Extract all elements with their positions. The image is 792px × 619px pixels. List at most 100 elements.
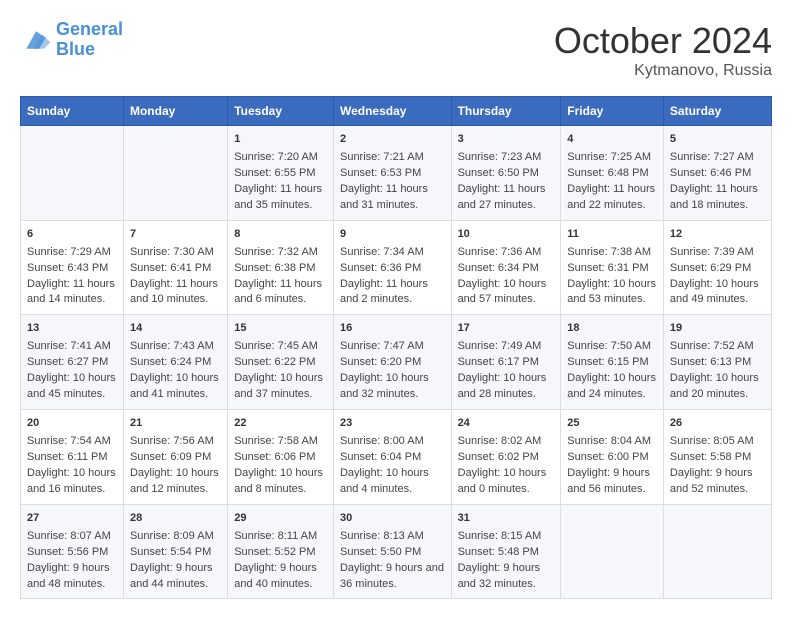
logo: General Blue xyxy=(20,20,123,60)
calendar-cell: 31 Sunrise: 8:15 AMSunset: 5:48 PMDayligh… xyxy=(451,504,561,599)
day-info: Sunrise: 7:43 AMSunset: 6:24 PMDaylight:… xyxy=(130,339,221,403)
day-number: 29 xyxy=(234,511,327,527)
calendar-cell: 12 Sunrise: 7:39 AMSunset: 6:29 PMDayligh… xyxy=(663,220,771,315)
day-info: Sunrise: 7:45 AMSunset: 6:22 PMDaylight:… xyxy=(234,339,327,403)
title-block: October 2024 Kytmanovo, Russia xyxy=(554,20,772,80)
day-info: Sunrise: 8:13 AMSunset: 5:50 PMDaylight:… xyxy=(340,529,445,593)
calendar-week-row: 13Sunrise: 7:41 AMSunset: 6:27 PMDayligh… xyxy=(21,315,772,410)
calendar-cell: 5 Sunrise: 7:27 AMSunset: 6:46 PMDaylight… xyxy=(663,126,771,221)
calendar-cell: 29 Sunrise: 8:11 AMSunset: 5:52 PMDayligh… xyxy=(228,504,334,599)
day-info: Sunrise: 7:32 AMSunset: 6:38 PMDaylight:… xyxy=(234,245,327,309)
calendar-cell: 15 Sunrise: 7:45 AMSunset: 6:22 PMDayligh… xyxy=(228,315,334,410)
day-info: Sunrise: 7:25 AMSunset: 6:48 PMDaylight:… xyxy=(567,150,657,214)
calendar-cell: 26Sunrise: 8:05 AMSunset: 5:58 PMDayligh… xyxy=(663,410,771,505)
day-info: Sunrise: 7:38 AMSunset: 6:31 PMDaylight:… xyxy=(567,245,657,309)
day-info: Sunrise: 7:21 AMSunset: 6:53 PMDaylight:… xyxy=(340,150,445,214)
day-number: 15 xyxy=(234,321,327,337)
calendar-cell: 17 Sunrise: 7:49 AMSunset: 6:17 PMDayligh… xyxy=(451,315,561,410)
calendar-cell: 16 Sunrise: 7:47 AMSunset: 6:20 PMDayligh… xyxy=(333,315,451,410)
day-number: 11 xyxy=(567,227,657,243)
calendar-week-row: 6 Sunrise: 7:29 AMSunset: 6:43 PMDaylight… xyxy=(21,220,772,315)
weekday-header: Wednesday xyxy=(333,97,451,126)
logo-text: General Blue xyxy=(56,20,123,60)
calendar-cell: 25 Sunrise: 8:04 AMSunset: 6:00 PMDayligh… xyxy=(561,410,664,505)
calendar-cell xyxy=(123,126,227,221)
day-number: 19 xyxy=(670,321,765,337)
day-info: Sunrise: 7:41 AMSunset: 6:27 PMDaylight:… xyxy=(27,339,117,403)
day-number: 17 xyxy=(458,321,555,337)
calendar-cell: 24Sunrise: 8:02 AMSunset: 6:02 PMDayligh… xyxy=(451,410,561,505)
calendar-cell: 21 Sunrise: 7:56 AMSunset: 6:09 PMDayligh… xyxy=(123,410,227,505)
day-info: Sunrise: 7:56 AMSunset: 6:09 PMDaylight:… xyxy=(130,434,221,498)
calendar-week-row: 20 Sunrise: 7:54 AMSunset: 6:11 PMDayligh… xyxy=(21,410,772,505)
calendar-cell xyxy=(561,504,664,599)
day-info: Sunrise: 7:27 AMSunset: 6:46 PMDaylight:… xyxy=(670,150,765,214)
day-info: Sunrise: 7:52 AMSunset: 6:13 PMDaylight:… xyxy=(670,339,765,403)
day-number: 1 xyxy=(234,132,327,148)
calendar-table: SundayMondayTuesdayWednesdayThursdayFrid… xyxy=(20,96,772,599)
calendar-cell: 3Sunrise: 7:23 AMSunset: 6:50 PMDaylight… xyxy=(451,126,561,221)
calendar-cell: 18 Sunrise: 7:50 AMSunset: 6:15 PMDayligh… xyxy=(561,315,664,410)
weekday-header: Monday xyxy=(123,97,227,126)
day-info: Sunrise: 7:36 AMSunset: 6:34 PMDaylight:… xyxy=(458,245,555,309)
day-info: Sunrise: 7:39 AMSunset: 6:29 PMDaylight:… xyxy=(670,245,765,309)
day-number: 18 xyxy=(567,321,657,337)
location: Kytmanovo, Russia xyxy=(554,62,772,80)
day-info: Sunrise: 8:07 AMSunset: 5:56 PMDaylight:… xyxy=(27,529,117,593)
calendar-cell: 19 Sunrise: 7:52 AMSunset: 6:13 PMDayligh… xyxy=(663,315,771,410)
day-info: Sunrise: 8:04 AMSunset: 6:00 PMDaylight:… xyxy=(567,434,657,498)
day-number: 27 xyxy=(27,511,117,527)
header-row: SundayMondayTuesdayWednesdayThursdayFrid… xyxy=(21,97,772,126)
day-info: Sunrise: 7:50 AMSunset: 6:15 PMDaylight:… xyxy=(567,339,657,403)
calendar-cell: 2 Sunrise: 7:21 AMSunset: 6:53 PMDaylight… xyxy=(333,126,451,221)
day-number: 25 xyxy=(567,416,657,432)
calendar-cell: 13Sunrise: 7:41 AMSunset: 6:27 PMDayligh… xyxy=(21,315,124,410)
calendar-cell xyxy=(663,504,771,599)
day-number: 8 xyxy=(234,227,327,243)
calendar-cell: 10 Sunrise: 7:36 AMSunset: 6:34 PMDayligh… xyxy=(451,220,561,315)
day-info: Sunrise: 7:47 AMSunset: 6:20 PMDaylight:… xyxy=(340,339,445,403)
day-number: 20 xyxy=(27,416,117,432)
day-info: Sunrise: 8:11 AMSunset: 5:52 PMDaylight:… xyxy=(234,529,327,593)
day-info: Sunrise: 8:15 AMSunset: 5:48 PMDaylight:… xyxy=(458,529,555,593)
weekday-header: Thursday xyxy=(451,97,561,126)
calendar-cell: 14 Sunrise: 7:43 AMSunset: 6:24 PMDayligh… xyxy=(123,315,227,410)
day-number: 30 xyxy=(340,511,445,527)
calendar-cell: 9 Sunrise: 7:34 AMSunset: 6:36 PMDaylight… xyxy=(333,220,451,315)
weekday-header: Friday xyxy=(561,97,664,126)
day-info: Sunrise: 7:23 AMSunset: 6:50 PMDaylight:… xyxy=(458,150,555,214)
calendar-cell: 8 Sunrise: 7:32 AMSunset: 6:38 PMDaylight… xyxy=(228,220,334,315)
weekday-header: Saturday xyxy=(663,97,771,126)
day-number: 12 xyxy=(670,227,765,243)
day-info: Sunrise: 7:20 AMSunset: 6:55 PMDaylight:… xyxy=(234,150,327,214)
day-number: 31 xyxy=(458,511,555,527)
calendar-cell: 22 Sunrise: 7:58 AMSunset: 6:06 PMDayligh… xyxy=(228,410,334,505)
day-number: 28 xyxy=(130,511,221,527)
month-title: October 2024 xyxy=(554,20,772,62)
day-number: 5 xyxy=(670,132,765,148)
calendar-week-row: 1 Sunrise: 7:20 AMSunset: 6:55 PMDaylight… xyxy=(21,126,772,221)
day-number: 6 xyxy=(27,227,117,243)
day-info: Sunrise: 8:05 AMSunset: 5:58 PMDaylight:… xyxy=(670,434,765,498)
calendar-cell: 4 Sunrise: 7:25 AMSunset: 6:48 PMDaylight… xyxy=(561,126,664,221)
day-number: 16 xyxy=(340,321,445,337)
day-info: Sunrise: 7:54 AMSunset: 6:11 PMDaylight:… xyxy=(27,434,117,498)
day-number: 21 xyxy=(130,416,221,432)
day-number: 10 xyxy=(458,227,555,243)
day-info: Sunrise: 7:30 AMSunset: 6:41 PMDaylight:… xyxy=(130,245,221,309)
day-info: Sunrise: 7:34 AMSunset: 6:36 PMDaylight:… xyxy=(340,245,445,309)
day-number: 22 xyxy=(234,416,327,432)
day-number: 14 xyxy=(130,321,221,337)
calendar-cell xyxy=(21,126,124,221)
day-info: Sunrise: 7:58 AMSunset: 6:06 PMDaylight:… xyxy=(234,434,327,498)
day-number: 4 xyxy=(567,132,657,148)
calendar-cell: 23Sunrise: 8:00 AMSunset: 6:04 PMDayligh… xyxy=(333,410,451,505)
day-number: 2 xyxy=(340,132,445,148)
calendar-cell: 30 Sunrise: 8:13 AMSunset: 5:50 PMDayligh… xyxy=(333,504,451,599)
weekday-header: Tuesday xyxy=(228,97,334,126)
day-info: Sunrise: 7:49 AMSunset: 6:17 PMDaylight:… xyxy=(458,339,555,403)
day-number: 7 xyxy=(130,227,221,243)
day-info: Sunrise: 7:29 AMSunset: 6:43 PMDaylight:… xyxy=(27,245,117,309)
day-number: 9 xyxy=(340,227,445,243)
logo-icon xyxy=(20,26,52,54)
